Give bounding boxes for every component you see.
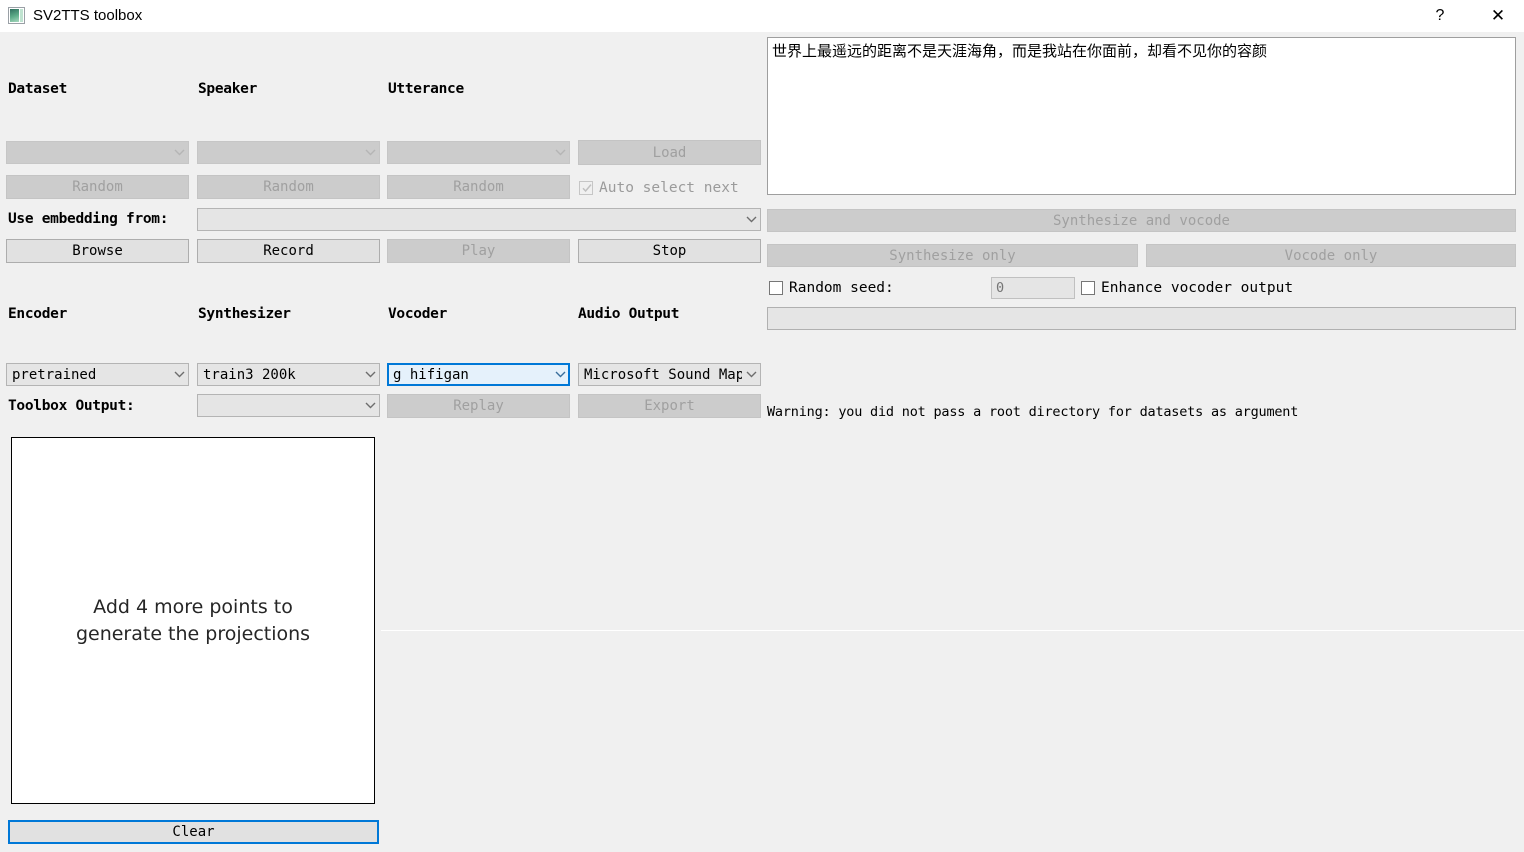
audio-output-combo[interactable]: Microsoft Sound Mapp: [578, 363, 761, 386]
close-icon[interactable]: ✕: [1475, 0, 1521, 31]
check-icon: [581, 182, 593, 194]
chevron-down-icon: [742, 216, 760, 223]
progress-bar: [767, 307, 1516, 330]
random-seed-label: Random seed:: [789, 280, 894, 296]
speaker-combo[interactable]: [197, 141, 380, 164]
replay-button[interactable]: Replay: [387, 394, 570, 418]
label-encoder: Encoder: [8, 306, 68, 322]
chevron-down-icon: [170, 149, 188, 156]
label-utterance: Utterance: [388, 81, 464, 97]
random-utterance-button[interactable]: Random: [387, 175, 570, 199]
random-seed-input[interactable]: [991, 277, 1075, 299]
checkbox-box: [579, 181, 593, 195]
label-audio-output: Audio Output: [578, 306, 680, 322]
chevron-down-icon: [361, 149, 379, 156]
encoder-combo[interactable]: pretrained: [6, 363, 189, 386]
vocode-only-button[interactable]: Vocode only: [1146, 244, 1516, 267]
embedding-source-combo[interactable]: [197, 208, 761, 231]
play-button[interactable]: Play: [387, 239, 570, 263]
application-window: SV2TTS toolbox ? ✕ Dataset Speaker Utter…: [0, 0, 1524, 852]
random-speaker-button[interactable]: Random: [197, 175, 380, 199]
chevron-down-icon: [742, 371, 760, 378]
chevron-down-icon: [361, 371, 379, 378]
auto-select-next-checkbox[interactable]: Auto select next: [579, 180, 739, 196]
label-synthesizer: Synthesizer: [198, 306, 291, 322]
utterance-combo[interactable]: [387, 141, 570, 164]
projection-placeholder-text: Add 4 more points to generate the projec…: [75, 595, 311, 645]
record-button[interactable]: Record: [197, 239, 380, 263]
browse-button[interactable]: Browse: [6, 239, 189, 263]
dataset-combo[interactable]: [6, 141, 189, 164]
synthesize-and-vocode-button[interactable]: Synthesize and vocode: [767, 209, 1516, 232]
label-dataset: Dataset: [8, 81, 68, 97]
chevron-down-icon: [170, 371, 188, 378]
toolbox-output-combo[interactable]: [197, 394, 380, 417]
chevron-down-icon: [361, 402, 379, 409]
checkbox-box: [1081, 281, 1095, 295]
warning-log: Warning: you did not pass a root directo…: [767, 404, 1299, 420]
enhance-vocoder-output-label: Enhance vocoder output: [1101, 280, 1294, 296]
clear-button[interactable]: Clear: [8, 820, 379, 844]
random-seed-checkbox[interactable]: Random seed:: [769, 280, 894, 296]
synthesizer-combo[interactable]: train3_200k: [197, 363, 380, 386]
help-icon[interactable]: ?: [1417, 0, 1463, 31]
enhance-vocoder-output-checkbox[interactable]: Enhance vocoder output: [1081, 280, 1293, 296]
chevron-down-icon: [551, 149, 569, 156]
app-icon: [8, 7, 25, 24]
load-button[interactable]: Load: [578, 140, 761, 165]
label-speaker: Speaker: [198, 81, 258, 97]
auto-select-next-label: Auto select next: [599, 180, 739, 196]
vocoder-combo[interactable]: g_hifigan: [387, 363, 570, 386]
divider: [381, 630, 1524, 631]
title-bar: SV2TTS toolbox ? ✕: [0, 0, 1524, 32]
text-input[interactable]: 世界上最遥远的距离不是天涯海角，而是我站在你面前，却看不见你的容颜: [767, 37, 1516, 195]
export-button[interactable]: Export: [578, 394, 761, 418]
synthesize-only-button[interactable]: Synthesize only: [767, 244, 1138, 267]
chevron-down-icon: [551, 371, 569, 378]
stop-button[interactable]: Stop: [578, 239, 761, 263]
random-dataset-button[interactable]: Random: [6, 175, 189, 199]
checkbox-box: [769, 281, 783, 295]
label-use-embedding-from: Use embedding from:: [8, 211, 169, 227]
window-title: SV2TTS toolbox: [33, 7, 143, 24]
label-toolbox-output: Toolbox Output:: [8, 398, 135, 414]
label-vocoder: Vocoder: [388, 306, 448, 322]
umap-projection-canvas[interactable]: Add 4 more points to generate the projec…: [11, 437, 375, 804]
